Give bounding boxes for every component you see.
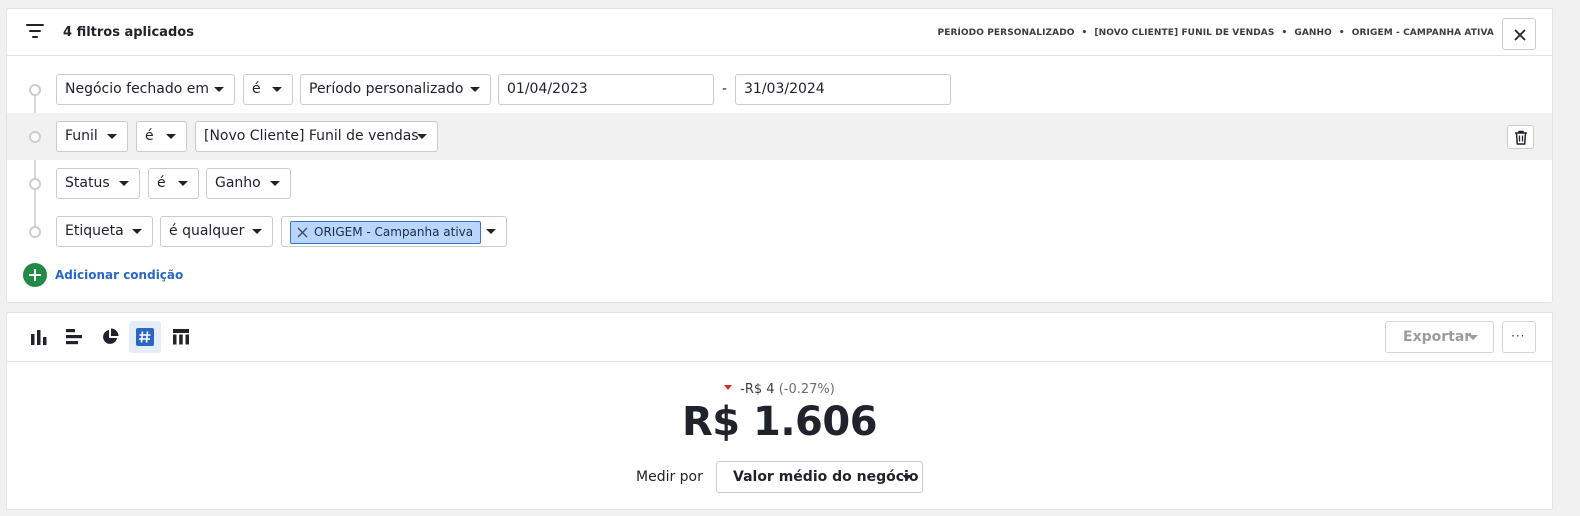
- add-condition-label: Adicionar condição: [55, 268, 184, 282]
- caret-down-icon: [272, 87, 282, 92]
- date-from-input[interactable]: 01/04/2023: [498, 74, 714, 105]
- period-select-value: Período personalizado: [309, 81, 464, 97]
- date-to-input[interactable]: 31/03/2024: [735, 74, 951, 105]
- condition-node: [29, 178, 41, 190]
- caret-down-icon: [270, 181, 280, 186]
- report-toolbar: Exportar ···: [7, 313, 1552, 362]
- condition-row-pipeline: Funil é [Novo Cliente] Funil de vendas: [7, 113, 1552, 160]
- caret-down-icon: [107, 134, 117, 139]
- operator-select-value: é: [252, 81, 261, 97]
- operator-select[interactable]: é qualquer: [160, 216, 273, 247]
- summary-separator: •: [1281, 28, 1288, 38]
- caret-down-icon: [417, 134, 427, 139]
- close-icon: [1514, 29, 1526, 41]
- field-select-value: Etiqueta: [65, 223, 124, 239]
- field-select-value: Negócio fechado em: [65, 81, 209, 97]
- condition-row-status: Status é Ganho: [7, 160, 1552, 207]
- tag-chip: ORIGEM - Campanha ativa: [290, 221, 482, 244]
- measure-by-select[interactable]: Valor médio do negócio: [716, 461, 923, 493]
- date-range-separator: -: [722, 81, 728, 97]
- trash-icon: [1515, 130, 1527, 145]
- caret-down-icon: [214, 87, 224, 92]
- report-panel: Exportar ··· -R$ 4 (-0.27%) R$ 1.606 Med…: [6, 312, 1553, 510]
- caret-down-icon: [132, 229, 142, 234]
- horizontal-bar-icon: [66, 329, 82, 345]
- summary-item: [NOVO CLIENTE] FUNIL DE VENDAS: [1094, 28, 1275, 38]
- field-select-value: Funil: [65, 128, 98, 144]
- table-view-button[interactable]: [165, 321, 197, 353]
- metric-value: R$ 1.606: [681, 399, 878, 445]
- caret-down-icon: [486, 229, 496, 234]
- status-select[interactable]: Ganho: [206, 168, 291, 199]
- filter-icon[interactable]: [26, 24, 44, 40]
- operator-select-value: é: [145, 128, 154, 144]
- caret-down-icon: [252, 229, 262, 234]
- field-select[interactable]: Status: [56, 168, 140, 199]
- field-select[interactable]: Etiqueta: [56, 216, 153, 247]
- filters-header: 4 filtros aplicados PERÍODO PERSONALIZAD…: [7, 9, 1552, 56]
- operator-select-value: é: [157, 175, 166, 191]
- condition-node: [29, 131, 41, 143]
- operator-select[interactable]: é: [148, 168, 199, 199]
- more-icon: ···: [1511, 329, 1526, 343]
- caret-down-icon: [470, 87, 480, 92]
- caret-down-icon: [1468, 335, 1478, 340]
- condition-row-closed-date: Negócio fechado em é Período personaliza…: [7, 66, 1552, 113]
- caret-down-icon: [166, 134, 176, 139]
- measure-by-value: Valor médio do negócio: [733, 469, 919, 485]
- pie-chart-button[interactable]: [94, 321, 126, 353]
- field-select[interactable]: Negócio fechado em: [56, 74, 235, 105]
- tag-chip-label: ORIGEM - Campanha ativa: [314, 225, 474, 239]
- summary-separator: •: [1081, 28, 1088, 38]
- horizontal-bar-button[interactable]: [58, 321, 90, 353]
- caret-down-icon: [119, 181, 129, 186]
- summary-item: ORIGEM - CAMPANHA ATIVA: [1351, 28, 1494, 38]
- measure-by-label: Medir por: [636, 469, 703, 485]
- condition-node: [29, 84, 41, 96]
- condition-row-label: Etiqueta é qualquer ORIGEM - Campanha at…: [7, 208, 1552, 255]
- field-select[interactable]: Funil: [56, 121, 128, 152]
- delete-condition-button[interactable]: [1507, 125, 1534, 149]
- export-button[interactable]: Exportar: [1385, 321, 1494, 353]
- change-indicator: -R$ 4 (-0.27%): [7, 382, 1552, 397]
- export-label: Exportar: [1403, 329, 1472, 345]
- trend-down-icon: [724, 385, 733, 390]
- change-percent: (-0.27%): [778, 382, 835, 397]
- remove-tag-icon[interactable]: [297, 227, 308, 238]
- caret-down-icon: [902, 475, 912, 480]
- period-select[interactable]: Período personalizado: [300, 74, 491, 105]
- more-options-button[interactable]: ···: [1502, 321, 1536, 353]
- operator-select-value: é qualquer: [169, 223, 245, 239]
- summary-item: GANHO: [1294, 28, 1332, 38]
- close-filters-button[interactable]: [1502, 18, 1536, 50]
- operator-select[interactable]: é: [243, 74, 293, 105]
- pie-chart-icon: [103, 328, 119, 344]
- number-icon: [136, 328, 154, 346]
- pipeline-select[interactable]: [Novo Cliente] Funil de vendas: [195, 121, 438, 152]
- caret-down-icon: [178, 181, 188, 186]
- filters-summary: PERÍODO PERSONALIZADO • [NOVO CLIENTE] F…: [938, 28, 1495, 38]
- tags-multiselect[interactable]: ORIGEM - Campanha ativa: [281, 216, 507, 247]
- field-select-value: Status: [65, 175, 110, 191]
- status-select-value: Ganho: [215, 175, 261, 191]
- change-value: -R$ 4: [740, 382, 775, 397]
- filters-panel: 4 filtros aplicados PERÍODO PERSONALIZAD…: [6, 8, 1553, 303]
- summary-separator: •: [1338, 28, 1345, 38]
- operator-select[interactable]: é: [136, 121, 187, 152]
- pipeline-select-value: [Novo Cliente] Funil de vendas: [204, 128, 419, 144]
- summary-item: PERÍODO PERSONALIZADO: [937, 28, 1075, 38]
- number-view-button[interactable]: [129, 321, 161, 353]
- plus-icon: [23, 263, 47, 287]
- bar-chart-icon: [31, 330, 47, 345]
- filters-count-label: 4 filtros aplicados: [63, 25, 194, 40]
- table-icon: [173, 329, 189, 345]
- condition-node: [29, 226, 41, 238]
- bar-chart-button[interactable]: [23, 321, 55, 353]
